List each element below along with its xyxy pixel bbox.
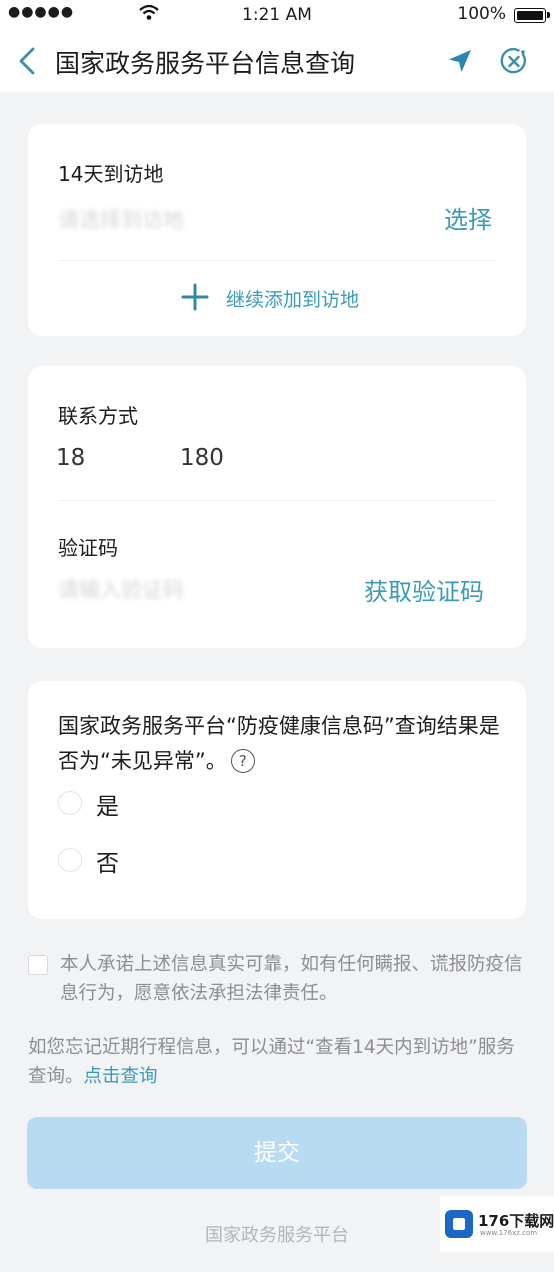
question-text: 国家政务服务平台“防疫健康信息码”查询结果是否为“未见异常”。 bbox=[58, 714, 500, 773]
plus-icon bbox=[181, 283, 209, 311]
radio-yes[interactable] bbox=[58, 791, 82, 815]
status-bar: ●●●●● 1:21 AM 100% bbox=[0, 0, 554, 30]
add-visit-place-button[interactable]: 继续添加到访地 bbox=[28, 280, 526, 314]
watermark: 176下载网 www.176xz.com bbox=[440, 1196, 554, 1252]
add-visit-place-label: 继续添加到访地 bbox=[226, 289, 360, 311]
battery-icon bbox=[514, 8, 550, 23]
visit-places-card: 14天到访地 请选择到访地 选择 继续添加到访地 bbox=[28, 124, 526, 336]
phone-suffix: 180 bbox=[180, 445, 224, 471]
health-code-question-card: 国家政务服务平台“防疫健康信息码”查询结果是否为“未见异常”。? 是 否 bbox=[28, 681, 526, 919]
pledge-checkbox[interactable] bbox=[28, 955, 48, 975]
health-code-question: 国家政务服务平台“防疫健康信息码”查询结果是否为“未见异常”。? bbox=[58, 709, 508, 779]
radio-no[interactable] bbox=[58, 848, 82, 872]
submit-button[interactable]: 提交 bbox=[27, 1117, 527, 1189]
verification-code-input[interactable]: 请输入验证码 bbox=[58, 574, 184, 604]
itinerary-hint: 如您忘记近期行程信息，可以通过“查看14天内到访地”服务查询。点击查询 bbox=[28, 1033, 526, 1091]
watermark-url: www.176xz.com bbox=[480, 1229, 538, 1237]
divider bbox=[58, 260, 496, 261]
verification-code-label: 验证码 bbox=[58, 536, 118, 560]
help-icon[interactable]: ? bbox=[230, 749, 255, 773]
phone-label: 联系方式 bbox=[58, 404, 138, 428]
divider bbox=[58, 500, 496, 501]
option-no-label: 否 bbox=[96, 851, 119, 877]
battery-percent: 100% bbox=[457, 4, 506, 24]
location-arrow-icon[interactable] bbox=[446, 47, 474, 75]
watermark-logo-icon bbox=[445, 1210, 473, 1238]
page-title: 国家政务服务平台信息查询 bbox=[55, 49, 356, 78]
visit-places-label: 14天到访地 bbox=[58, 162, 164, 186]
watermark-text: 176下载网 bbox=[478, 1212, 554, 1230]
query-link[interactable]: 点击查询 bbox=[84, 1066, 158, 1087]
phone-prefix: 18 bbox=[56, 445, 86, 471]
select-button[interactable]: 选择 bbox=[444, 200, 492, 235]
option-yes-label: 是 bbox=[96, 794, 119, 820]
back-arrow-icon[interactable] bbox=[16, 46, 40, 76]
get-code-button[interactable]: 获取验证码 bbox=[364, 572, 484, 607]
visit-places-input[interactable]: 请选择到访地 bbox=[58, 204, 184, 234]
close-circle-icon[interactable] bbox=[499, 46, 529, 76]
nav-bar: 国家政务服务平台信息查询 bbox=[0, 30, 554, 92]
contact-card: 联系方式 18 180 验证码 请输入验证码 获取验证码 bbox=[28, 366, 526, 648]
pledge-text: 本人承诺上述信息真实可靠，如有任何瞒报、谎报防疫信息行为，愿意依法承担法律责任。 bbox=[60, 954, 523, 1004]
